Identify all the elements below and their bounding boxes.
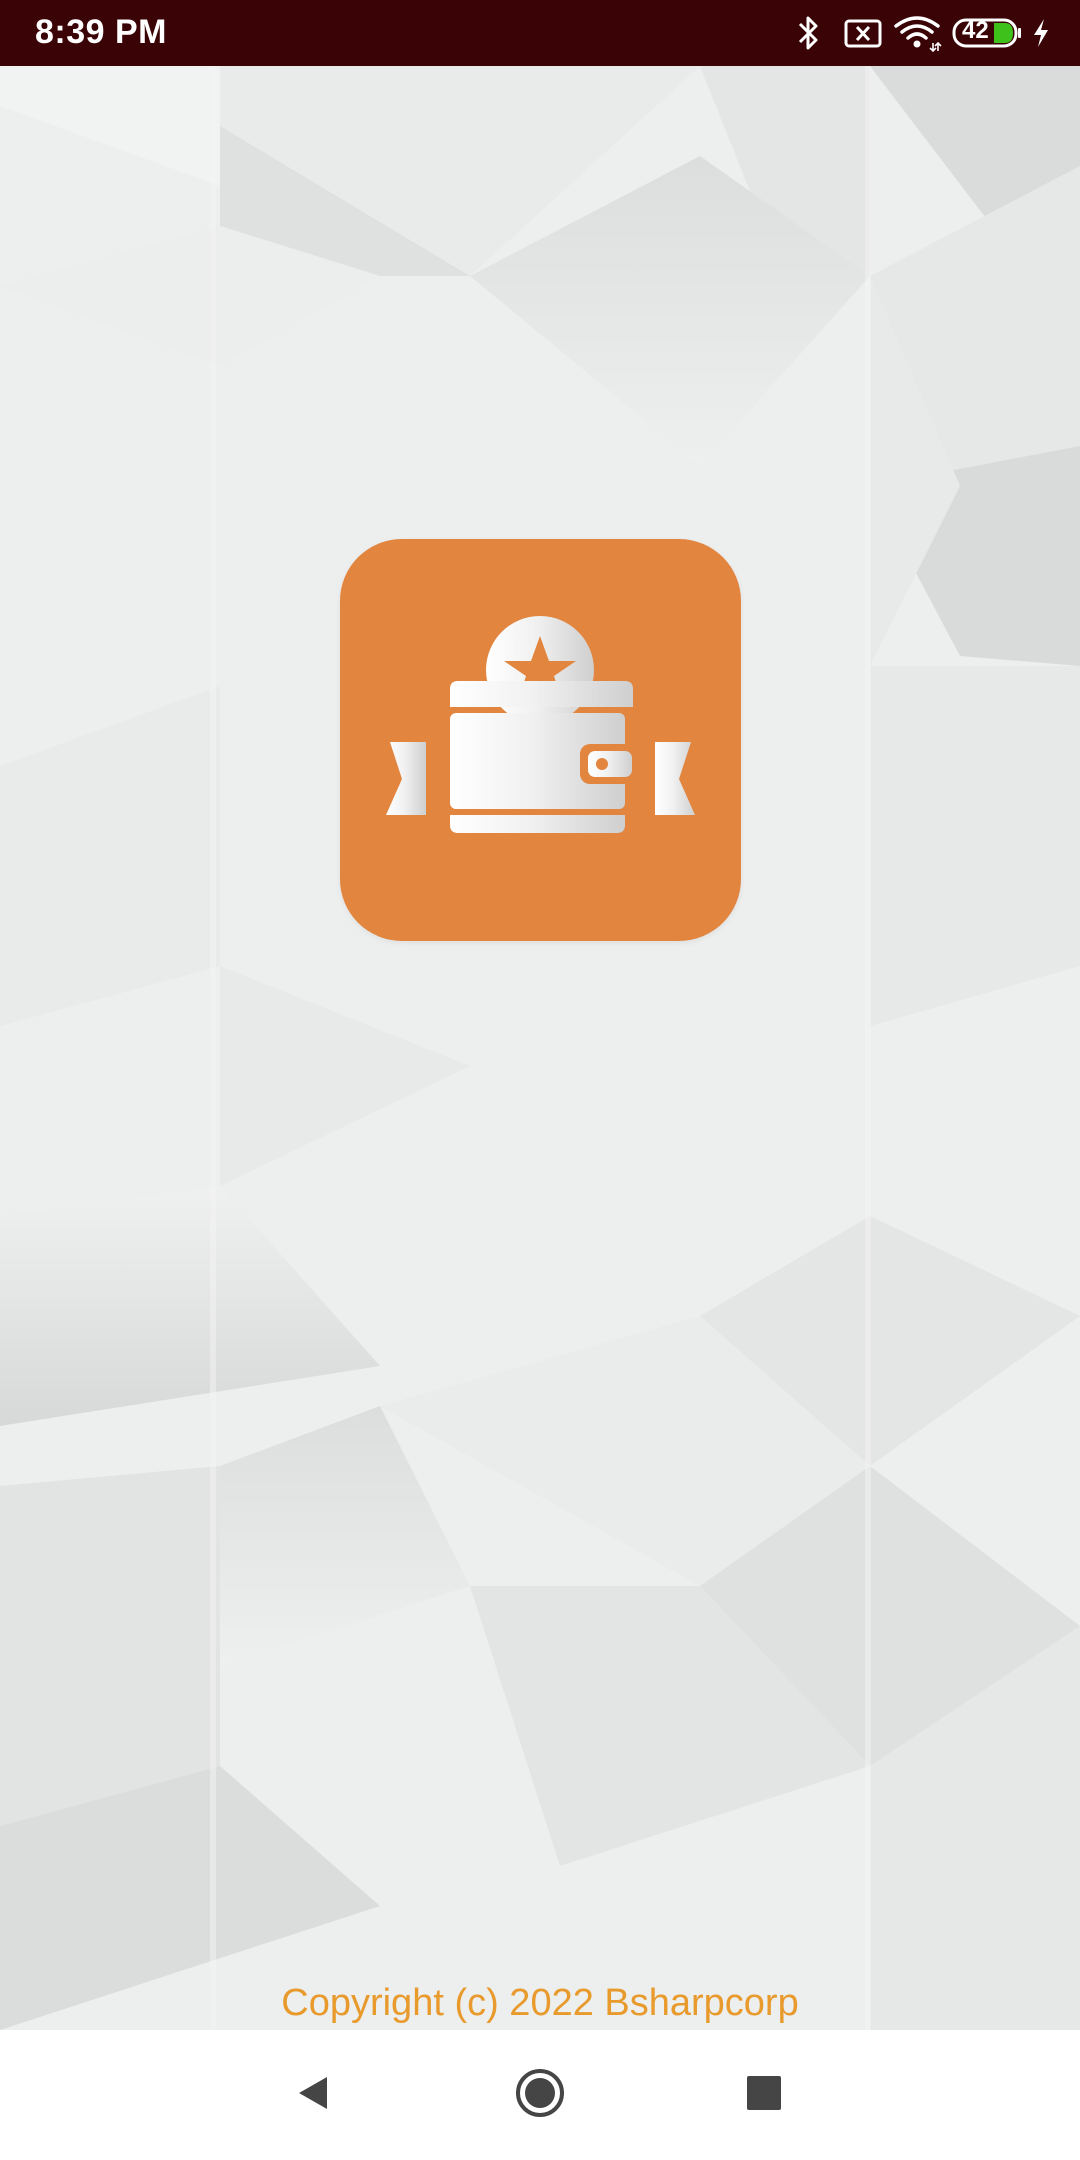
home-button[interactable] [505, 2058, 575, 2128]
recents-square-icon [747, 2076, 781, 2110]
home-circle-icon [516, 2069, 564, 2117]
app-logo [340, 539, 741, 941]
back-triangle-icon [299, 2077, 327, 2109]
status-time: 8:39 PM [35, 13, 167, 51]
wallet-star-ribbon-icon [386, 616, 695, 833]
copyright-text: Copyright (c) 2022 Bsharpcorp [281, 1982, 799, 2024]
background-pattern [0, 66, 1080, 2030]
navigation-bar [0, 2030, 1080, 2160]
charging-icon [1034, 19, 1048, 47]
battery-level: 42 [962, 17, 989, 44]
wifi-icon [894, 16, 942, 53]
splash-screen: 8:39 PM 42 Copyright (c) 2022 Bsharpcorp [0, 0, 1080, 2160]
back-button[interactable] [278, 2058, 348, 2128]
sim-no-signal-icon [844, 19, 882, 48]
bluetooth-icon [798, 16, 818, 50]
status-bar: 8:39 PM 42 [0, 0, 1080, 66]
recents-button[interactable] [729, 2058, 799, 2128]
